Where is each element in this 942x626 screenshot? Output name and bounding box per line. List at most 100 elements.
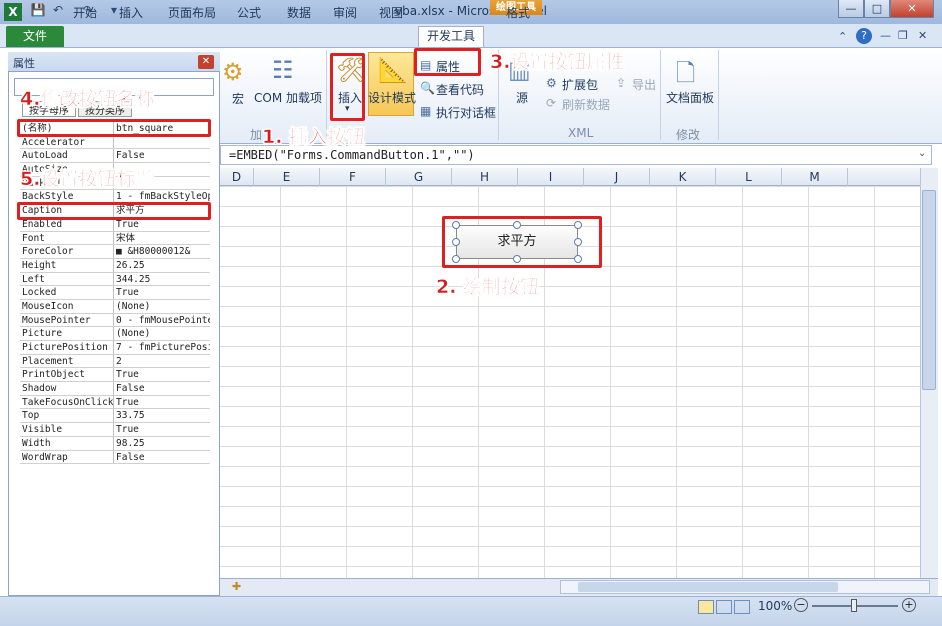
property-value[interactable]: 26.25 — [114, 259, 210, 272]
properties-close-icon[interactable]: ✕ — [198, 55, 214, 69]
document-panel-button[interactable]: 文档面板 — [666, 89, 714, 106]
property-value[interactable]: ■ &H80000012& — [114, 245, 210, 258]
property-value[interactable]: True — [114, 286, 210, 299]
property-row[interactable]: Width 98.25 — [20, 436, 210, 451]
tab-home[interactable]: 开始 — [68, 4, 102, 24]
property-row[interactable]: WordWrap False — [20, 450, 210, 465]
view-code-button[interactable]: 查看代码 — [436, 81, 484, 98]
formula-expand-icon[interactable]: ⌄ — [918, 148, 926, 159]
page-break-view-icon[interactable] — [734, 600, 750, 614]
macro-gear-icon[interactable]: ⚙ — [222, 58, 244, 86]
insert-sheet-icon[interactable]: ✚ — [232, 580, 241, 593]
property-row[interactable]: Picture (None) — [20, 327, 210, 341]
com-addins-button[interactable]: COM 加载项 — [254, 89, 322, 106]
column-header[interactable]: E — [254, 168, 320, 186]
tab-formulas[interactable]: 公式 — [232, 4, 266, 24]
property-value[interactable]: 33.75 — [114, 409, 210, 422]
property-row[interactable]: Height 26.25 — [20, 258, 210, 273]
maximize-button[interactable]: □ — [864, 0, 890, 18]
zoom-slider-thumb[interactable] — [851, 599, 857, 612]
view-code-icon[interactable]: 🔍 — [420, 81, 435, 95]
property-value[interactable]: 2 — [114, 355, 210, 368]
ribbon-minimize-icon[interactable]: ⌃ — [838, 30, 847, 43]
property-row[interactable]: MouseIcon (None) — [20, 299, 210, 314]
com-addins-icon[interactable]: ☷ — [272, 56, 294, 84]
property-value[interactable]: 98.25 — [114, 437, 210, 450]
horizontal-scroll-thumb[interactable] — [578, 582, 838, 592]
page-layout-view-icon[interactable] — [716, 600, 732, 614]
run-dialog-button[interactable]: 执行对话框 — [436, 104, 496, 121]
zoom-level[interactable]: 100% — [758, 599, 792, 613]
property-row[interactable]: MousePointer 0 - fmMousePointe — [20, 313, 210, 328]
property-row[interactable]: Shadow False — [20, 382, 210, 396]
close-button[interactable]: ✕ — [890, 0, 934, 18]
expansion-pack-button[interactable]: 扩展包 — [562, 76, 598, 93]
column-header[interactable]: M — [782, 168, 848, 186]
property-row[interactable]: ForeColor ■ &H80000012& — [20, 245, 210, 259]
property-row[interactable]: Visible True — [20, 423, 210, 437]
property-name: ForeColor — [20, 245, 114, 258]
tab-data[interactable]: 数据 — [282, 4, 316, 24]
doc-restore-icon[interactable]: ❐ — [898, 29, 908, 42]
tab-view[interactable]: 视图 — [374, 4, 408, 24]
tab-developer[interactable]: 开发工具 — [418, 26, 484, 47]
property-value[interactable]: True — [114, 423, 210, 436]
property-name: Locked — [20, 286, 114, 299]
column-header[interactable]: L — [716, 168, 782, 186]
column-headers: D E F G H I J K L M — [220, 168, 920, 186]
property-row[interactable]: Locked True — [20, 286, 210, 300]
zoom-in-button[interactable]: + — [902, 598, 916, 612]
controls-group-label-partial: 加 — [250, 128, 263, 142]
property-value[interactable]: False — [114, 149, 210, 162]
property-row[interactable]: TakeFocusOnClick True — [20, 395, 210, 410]
property-value[interactable]: 宋体 — [114, 232, 210, 245]
property-row[interactable]: Top 33.75 — [20, 409, 210, 424]
property-row[interactable]: Placement 2 — [20, 354, 210, 369]
property-value[interactable] — [114, 136, 210, 149]
zoom-out-button[interactable]: − — [794, 598, 808, 612]
property-row[interactable]: Accelerator — [20, 135, 210, 150]
property-row[interactable]: AutoLoad False — [20, 149, 210, 164]
property-name: MouseIcon — [20, 299, 114, 313]
column-header[interactable]: H — [452, 168, 518, 186]
normal-view-icon[interactable] — [698, 600, 714, 614]
column-header[interactable]: J — [584, 168, 650, 186]
design-mode-button[interactable]: 设计模式 — [368, 89, 416, 106]
highlight-insert — [330, 53, 365, 121]
property-row[interactable]: Left 344.25 — [20, 272, 210, 287]
property-row[interactable]: PicturePosition 7 - fmPicturePosi — [20, 341, 210, 355]
xml-source-button[interactable]: 源 — [516, 89, 528, 106]
design-mode-icon[interactable]: 📐 — [378, 56, 408, 84]
property-value[interactable]: 7 - fmPicturePosi — [114, 341, 210, 354]
property-row[interactable]: Font 宋体 — [20, 231, 210, 246]
tab-file[interactable]: 文件 — [6, 26, 64, 47]
vertical-scroll-thumb[interactable] — [922, 190, 936, 390]
property-row[interactable]: PrintObject True — [20, 368, 210, 383]
property-value[interactable]: False — [114, 451, 210, 464]
column-header[interactable]: I — [518, 168, 584, 186]
tab-format[interactable]: 格式 — [498, 4, 538, 24]
property-value[interactable]: False — [114, 382, 210, 395]
help-icon[interactable]: ? — [856, 28, 872, 44]
expansion-pack-icon[interactable]: ⚙ — [546, 76, 557, 90]
column-header[interactable]: D — [220, 168, 254, 186]
property-value[interactable]: (None) — [114, 300, 210, 313]
column-header[interactable]: G — [386, 168, 452, 186]
property-value[interactable]: True — [114, 396, 210, 409]
property-value[interactable]: 0 - fmMousePointe — [114, 314, 210, 327]
xml-group-label: XML — [568, 126, 594, 140]
tab-review[interactable]: 审阅 — [328, 4, 362, 24]
run-dialog-icon[interactable]: ▦ — [420, 104, 431, 118]
tab-page-layout[interactable]: 页面布局 — [164, 4, 220, 24]
highlight-caption-row — [17, 202, 211, 220]
annotation-step5: 5.设置按钮标题 — [20, 168, 155, 191]
tab-insert[interactable]: 插入 — [114, 4, 148, 24]
doc-close-icon[interactable]: ✕ — [918, 29, 927, 42]
column-header[interactable]: F — [320, 168, 386, 186]
column-header[interactable]: K — [650, 168, 716, 186]
property-value[interactable]: (None) — [114, 327, 210, 340]
property-value[interactable]: True — [114, 368, 210, 381]
property-value[interactable]: 344.25 — [114, 273, 210, 286]
minimize-button[interactable]: — — [838, 0, 864, 18]
doc-minimize-icon[interactable]: — — [880, 29, 891, 42]
